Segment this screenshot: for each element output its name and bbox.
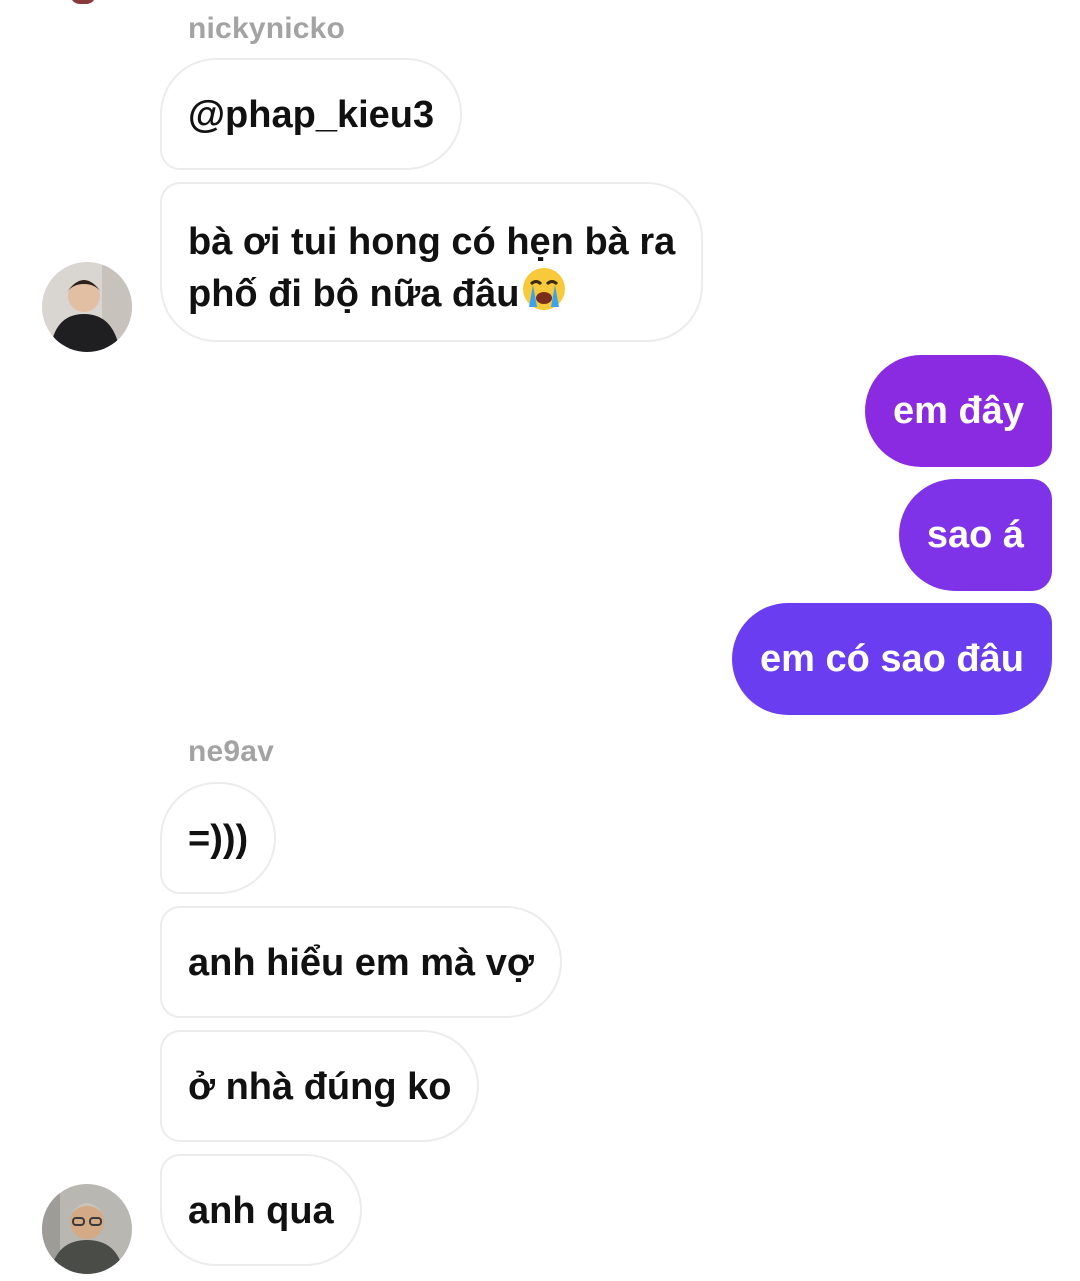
message-bubble-outgoing[interactable]: em đây <box>865 355 1052 467</box>
message-bubble[interactable]: ở nhà đúng ko <box>160 1030 480 1142</box>
message-text: =))) <box>188 818 249 860</box>
message-text: @phap_kieu3 <box>188 94 435 136</box>
message-text: anh hiểu em mà vợ <box>188 942 534 984</box>
message-text: em đây <box>893 390 1024 432</box>
message-text: anh qua <box>188 1190 334 1232</box>
sender-name: nickynicko <box>188 12 346 45</box>
message-bubble[interactable]: @phap_kieu3 <box>160 58 463 170</box>
avatar-ne9av[interactable] <box>42 1184 132 1274</box>
message-bubble-outgoing[interactable]: sao á <box>898 479 1052 591</box>
message-text: ở nhà đúng ko <box>188 1066 452 1108</box>
previous-avatar-fragment <box>70 0 96 4</box>
message-text: sao á <box>926 514 1024 556</box>
message-bubble[interactable]: =))) <box>160 782 277 894</box>
message-bubble[interactable]: bà ơi tui hong có hẹn bà ra phố đi bộ nữ… <box>160 182 704 342</box>
message-bubble[interactable]: anh qua <box>160 1154 362 1266</box>
message-text-line-2: phố đi bộ nữa đâu <box>188 266 675 324</box>
message-text: em có sao đâu <box>760 638 1024 680</box>
message-bubble-outgoing[interactable]: em có sao đâu <box>732 603 1052 715</box>
message-text: bà ơi tui hong có hẹn bà ra <box>188 221 676 263</box>
sender-name: ne9av <box>188 735 275 768</box>
message-bubble[interactable]: anh hiểu em mà vợ <box>160 906 562 1018</box>
loudly-crying-face-icon <box>521 266 567 324</box>
avatar-nickynicko[interactable] <box>42 262 132 352</box>
